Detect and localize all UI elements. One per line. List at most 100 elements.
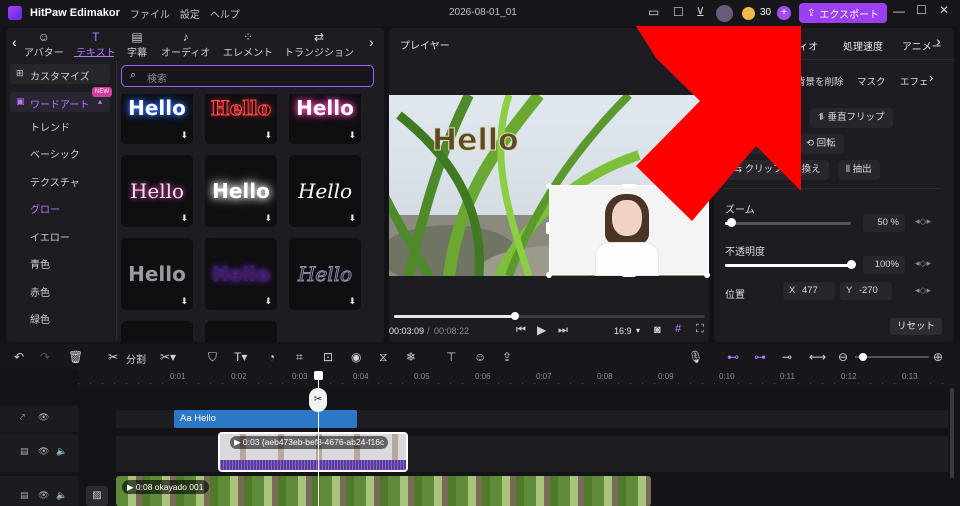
lock-icon[interactable]: ▤ [20,490,29,501]
timeline-scrollbar[interactable] [950,388,954,478]
download-icon[interactable]: ⬇ [348,130,356,141]
resize-icon[interactable]: ⊡ [323,350,333,364]
prev-frame-icon[interactable]: ⏮ [516,324,526,337]
menu-file[interactable]: ファイル [130,6,170,21]
tab-subtitle[interactable]: ▤ 字幕 [127,30,147,59]
position-x-field[interactable]: X 477 [783,282,835,300]
sidebar-item-glow[interactable]: グロー [0,200,110,222]
delete-icon[interactable]: 🗑 [68,350,83,364]
lock-icon[interactable]: ▤ [20,446,29,457]
keyframe-controls-icon[interactable]: ◂◇▸ [915,258,931,269]
keyframe-controls-icon[interactable]: ◂◇▸ [915,285,931,296]
eye-icon[interactable]: 👁 [38,490,49,501]
wordart-thumb[interactable]: Hello ⬇ [289,155,361,227]
resize-handle[interactable] [622,184,636,188]
tab-avatar[interactable]: ☺ アバター [24,30,64,59]
zoom-out-icon[interactable]: ⊖ [838,350,848,364]
extract-button[interactable]: ⫴ 抽出 [838,160,880,180]
face-icon[interactable]: ☺ [474,350,486,364]
undo-icon[interactable]: ↶ [14,350,24,364]
wordart-thumb[interactable]: Hello ⬇ [205,94,277,144]
eye-icon[interactable]: 👁 [38,412,49,423]
tabs-next-icon[interactable]: › [369,34,374,50]
split-icon[interactable]: ✂ [108,350,118,364]
playback-progress[interactable] [394,312,705,320]
freeze-icon[interactable]: ❄ [406,350,416,364]
cover-icon[interactable]: ▨ [86,486,108,506]
minimize-icon[interactable]: — [893,4,905,18]
text-tool-icon[interactable]: T▾ [234,350,247,364]
download-icon[interactable]: ⬇ [348,213,356,224]
snap-icon[interactable]: ⊶ [754,350,766,364]
sidebar-item-trend[interactable]: トレンド [0,118,110,140]
feedback-icon[interactable]: ☐ [673,5,684,19]
sidebar-item-basic[interactable]: ベーシック [0,145,110,167]
sidebar-item-yellow[interactable]: イエロー [0,228,110,250]
wordart-thumb[interactable] [205,321,277,342]
export-button[interactable]: ⇪ エクスポート [799,3,888,23]
subtab-effect[interactable]: エフェ [900,74,929,88]
opacity-value-field[interactable]: 100% [863,256,905,274]
download-icon[interactable]: ⬇ [264,130,272,141]
add-coins-button[interactable]: + [777,6,791,20]
menu-help[interactable]: ヘルプ [210,6,240,21]
fit-icon[interactable]: ⟷ [809,350,826,364]
position-y-field[interactable]: Y -270 [840,282,892,300]
wordart-thumb[interactable]: Hello ⬇ [121,238,193,310]
chevron-down-icon[interactable]: ▾ [636,326,640,335]
tab-text[interactable]: T テキスト [76,30,116,59]
eye-icon[interactable]: 👁 [38,446,49,457]
crop-icon[interactable]: ⌗ [296,350,303,365]
subtabs-next-icon[interactable]: › [929,70,933,85]
redo-icon[interactable]: ↷ [40,350,50,364]
zoom-value-field[interactable]: 50 % [863,214,905,232]
resize-handle[interactable] [622,273,636,277]
zoom-slider[interactable] [725,222,851,225]
tabs-prev-icon[interactable]: ‹ [12,34,17,50]
split-audio-icon[interactable]: ⊸ [782,350,792,364]
wordart-thumb[interactable]: Hello ⬇ [205,238,277,310]
layout-icon[interactable]: ▭ [648,5,659,19]
play-icon[interactable]: ▶ [537,323,546,337]
overlay-clip[interactable]: ▶ 0:03 {aeb473eb-bef8-4676-ab24-f16c [218,432,408,472]
close-icon[interactable]: ✕ [939,3,949,17]
pin-icon[interactable]: ⤤ [20,412,25,423]
sidebar-item-red[interactable]: 赤色 [0,283,110,305]
customize-button[interactable]: ⊞ カスタマイズ [10,64,110,84]
snapshot-icon[interactable]: ◙ [654,324,661,336]
sidebar-item-green[interactable]: 緑色 [0,310,110,332]
rotate-icon[interactable]: ◉ [351,350,361,364]
mirror-icon[interactable]: ⧖ [379,350,387,365]
resize-handle[interactable] [704,272,710,278]
subtab-mask[interactable]: マスク [857,74,886,88]
volume-icon[interactable]: 🔈 [56,490,67,501]
playhead-handle[interactable] [314,371,323,380]
aspect-ratio-select[interactable]: 16:9 [614,326,632,336]
export-frame-icon[interactable]: ⇪ [502,350,512,364]
wordart-thumb[interactable] [121,321,193,342]
wordart-thumb[interactable]: Hello ⬇ [289,94,361,144]
maximize-icon[interactable]: ☐ [916,3,927,17]
grid-icon[interactable]: # [675,323,681,335]
timeline-zoom-knob[interactable] [859,353,867,361]
tabs-next-icon[interactable]: › [936,33,941,49]
link-icon[interactable]: ⊷ [727,350,739,364]
tab-speed[interactable]: 処理速度 [843,38,883,53]
download-icon[interactable]: ⊻ [696,5,705,19]
speed-icon[interactable]: ◔ [268,350,275,364]
wordart-thumb[interactable]: Hello ⬇ [121,94,193,144]
tab-transition[interactable]: ⇄ トランジション [284,30,354,59]
cut-options-icon[interactable]: ✂▾ [160,350,176,364]
keyframe-controls-icon[interactable]: ◂◇▸ [915,216,931,227]
opacity-slider[interactable] [725,264,851,267]
split-label[interactable]: 分割 [126,351,146,366]
main-clip[interactable]: ▶ 0:08 okayado 001 [116,476,651,506]
shield-icon[interactable]: ⛉ [208,350,217,365]
text-clip[interactable]: Aa Hello [174,410,357,428]
download-icon[interactable]: ⬇ [264,296,272,307]
download-icon[interactable]: ⬇ [264,213,272,224]
opacity-knob[interactable] [847,260,856,269]
download-icon[interactable]: ⬇ [180,296,188,307]
overlay-text-preview[interactable]: Hello [432,123,520,159]
fullscreen-icon[interactable]: ⛶ [696,323,704,336]
